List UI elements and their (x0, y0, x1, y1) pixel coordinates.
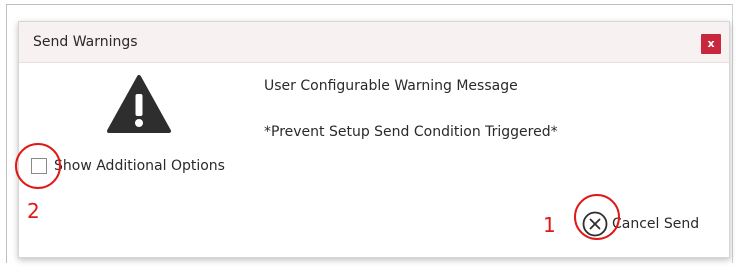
dialog-title: Send Warnings (33, 34, 138, 50)
warning-message: User Configurable Warning Message (264, 78, 518, 94)
show-options-label[interactable]: Show Additional Options (54, 158, 225, 174)
send-condition-message: *Prevent Setup Send Condition Triggered* (264, 124, 558, 140)
cancel-send-button[interactable]: Cancel Send (582, 209, 699, 239)
cancel-send-label[interactable]: Cancel Send (612, 216, 699, 232)
close-button[interactable]: x (701, 34, 721, 54)
warning-triangle-icon (107, 75, 171, 133)
dialog-titlebar: Send Warnings x (19, 22, 729, 63)
send-warnings-dialog: Send Warnings x User Configurable Warnin… (18, 21, 730, 258)
show-additional-options-toggle[interactable]: Show Additional Options (31, 155, 225, 177)
show-options-checkbox[interactable] (31, 158, 47, 174)
circle-x-icon[interactable] (582, 211, 608, 237)
annotation-number-2: 2 (27, 199, 40, 223)
annotation-number-1: 1 (543, 213, 556, 237)
